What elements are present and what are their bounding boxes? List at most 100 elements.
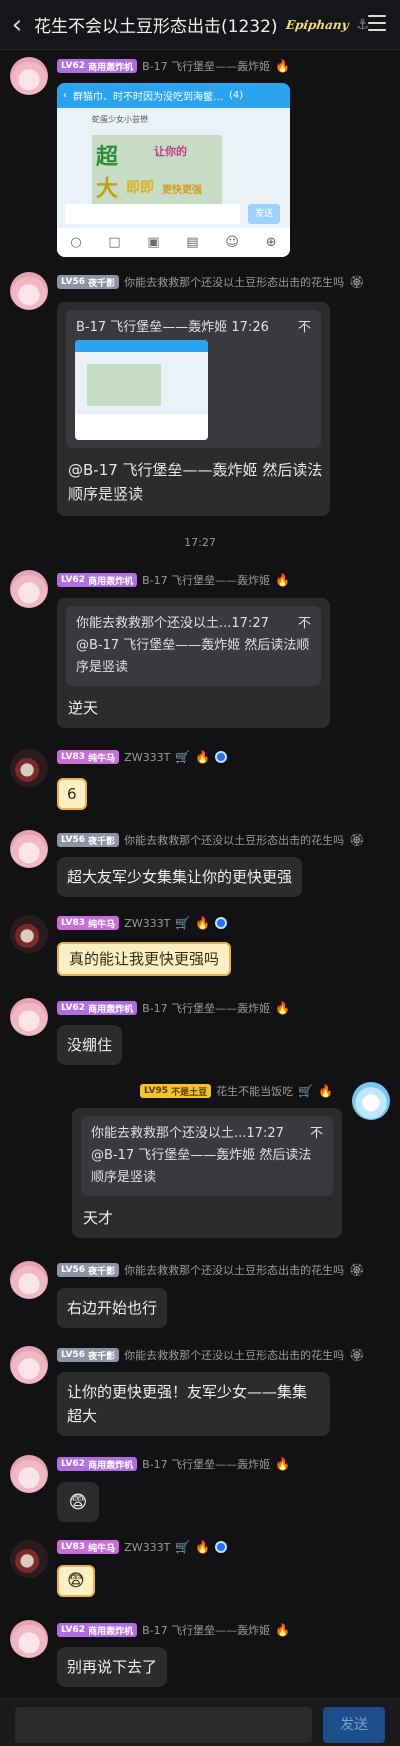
- fire-icon: 🔥: [275, 59, 291, 73]
- message-text: 天才: [83, 1209, 114, 1227]
- avatar[interactable]: [10, 1540, 48, 1578]
- sticker-image: 超 大 让你的 即即 更快更强: [92, 135, 222, 205]
- level-badge: LV62 商用轰炸机: [57, 573, 138, 587]
- close-icon[interactable]: 不: [310, 1123, 323, 1145]
- fire-icon: 🔥: [195, 1540, 211, 1554]
- avatar[interactable]: [10, 830, 48, 868]
- fire-icon: 🔥: [275, 1623, 291, 1637]
- fire-icon: 🔥: [195, 750, 211, 764]
- seal-icon: 🏵: [349, 1348, 365, 1362]
- fire-icon: 🔥: [275, 1001, 291, 1015]
- avatar[interactable]: [10, 57, 48, 95]
- ear-icon: ⚓: [356, 16, 369, 33]
- sender-name[interactable]: 你能去救救那个还没以土豆形态出击的花生吗: [124, 1262, 344, 1278]
- message-bubble[interactable]: 没绷住: [57, 1025, 123, 1065]
- message-meta: LV56 夜千影 你能去救救那个还没以土豆形态出击的花生吗 🏵: [57, 1262, 364, 1278]
- message-bubble[interactable]: 别再说下去了: [57, 1647, 168, 1687]
- message-meta: LV62 商用轰炸机 B-17 飞行堡垒——轰炸姬 🔥: [57, 58, 290, 74]
- avatar[interactable]: [10, 1455, 48, 1493]
- sender-name[interactable]: B-17 飞行堡垒——轰炸姬: [142, 1456, 270, 1472]
- sender-name[interactable]: B-17 飞行堡垒——轰炸姬: [142, 572, 270, 588]
- level-badge: LV62 商用轰炸机: [57, 1001, 138, 1015]
- message-input[interactable]: [15, 1707, 312, 1743]
- message-text: 让你的更快更强！友军少女——集集超大: [67, 1383, 308, 1425]
- message-meta: LV62 商用轰炸机 B-17 飞行堡垒——轰炸姬 🔥: [57, 1622, 290, 1638]
- message-text: 别再说下去了: [67, 1658, 158, 1676]
- preview-body: 蛇蛋少女小芸懋 超 大 让你的 即即 更快更强 发送: [57, 108, 290, 228]
- back-button[interactable]: ‹: [0, 0, 34, 50]
- quote-text: @B-17 飞行堡垒——轰炸姬 然后读法顺序是竖读: [91, 1148, 312, 1185]
- close-icon[interactable]: 不: [298, 613, 311, 635]
- message-bubble[interactable]: 😨: [57, 1482, 99, 1522]
- send-button[interactable]: 发送: [323, 1707, 385, 1743]
- message-meta: LV95 不是土豆 花生不能当饭吃 🛒 🔥: [140, 1083, 333, 1099]
- cart-icon: 🛒: [175, 916, 191, 930]
- preview-header: ‹ 群猫巾、时不时因为没吃到海鳖… (4): [57, 83, 290, 108]
- sender-name[interactable]: ZW333T: [124, 751, 170, 764]
- message-bubble[interactable]: 你能去救救那个还没以土...17:27 不 @B-17 飞行堡垒——轰炸姬 然后读…: [72, 1108, 342, 1238]
- message-bubble[interactable]: 你能去救救那个还没以土...17:27 不 @B-17 飞行堡垒——轰炸姬 然后读…: [57, 598, 330, 728]
- message-bubble[interactable]: 让你的更快更强！友军少女——集集超大: [57, 1372, 330, 1436]
- avatar[interactable]: [10, 915, 48, 953]
- scared-face-icon: 😨: [68, 1491, 88, 1513]
- seal-icon: 🏵: [349, 275, 365, 289]
- message-bubble[interactable]: 😨: [57, 1565, 95, 1597]
- close-icon[interactable]: 不: [298, 317, 311, 339]
- fire-icon: 🔥: [275, 573, 291, 587]
- message-text: 超大友军少女集集让你的更快更强: [67, 868, 293, 886]
- group-logo: Epiphany: [284, 17, 350, 32]
- quote-block[interactable]: 你能去救救那个还没以土...17:27 不 @B-17 飞行堡垒——轰炸姬 然后读…: [66, 606, 321, 686]
- message-text: 右边开始也行: [67, 1299, 158, 1317]
- level-badge: LV56 夜千影: [57, 1348, 120, 1362]
- message-text: 没绷住: [67, 1036, 113, 1054]
- sender-name[interactable]: B-17 飞行堡垒——轰炸姬: [142, 58, 270, 74]
- sender-name[interactable]: B-17 飞行堡垒——轰炸姬: [142, 1000, 270, 1016]
- level-badge: LV62 商用轰炸机: [57, 1457, 138, 1471]
- chevron-left-icon: ‹: [63, 90, 67, 101]
- avatar[interactable]: [10, 1346, 48, 1384]
- message-bubble[interactable]: 超大友军少女集集让你的更快更强: [57, 857, 303, 897]
- play-badge-icon: [215, 917, 228, 929]
- level-badge: LV95 不是土豆: [140, 1084, 212, 1098]
- avatar[interactable]: [10, 1620, 48, 1658]
- message-meta: LV56 夜千影 你能去救救那个还没以土豆形态出击的花生吗 🏵: [57, 274, 364, 290]
- chat-title[interactable]: 花生不会以土豆形态出击(1232): [34, 12, 278, 37]
- level-badge: LV83 纯牛马: [57, 916, 120, 930]
- avatar[interactable]: [352, 1082, 390, 1120]
- message-meta: LV83 纯牛马 ZW333T 🛒 🔥: [57, 1540, 228, 1554]
- scared-face-icon: 😨: [67, 1571, 85, 1591]
- avatar[interactable]: [10, 998, 48, 1036]
- level-badge: LV83 纯牛马: [57, 1540, 120, 1554]
- message-text: 真的能让我更快更强吗: [69, 950, 220, 968]
- avatar[interactable]: [10, 570, 48, 608]
- screenshot-image[interactable]: ‹ 群猫巾、时不时因为没吃到海鳖… (4) 蛇蛋少女小芸懋 超 大 让你的 即即 更…: [57, 83, 290, 257]
- level-badge: LV62 商用轰炸机: [57, 59, 138, 73]
- message-bubble[interactable]: 真的能让我更快更强吗: [57, 942, 232, 976]
- message-meta: LV56 夜千影 你能去救救那个还没以土豆形态出击的花生吗 🏵: [57, 1347, 364, 1363]
- sender-name[interactable]: 你能去救救那个还没以土豆形态出击的花生吗: [124, 1347, 344, 1363]
- preview-toolbar: ○ □ ▣ ▤ ☺ ⊕: [57, 228, 290, 257]
- quote-block[interactable]: 你能去救救那个还没以土...17:27 不 @B-17 飞行堡垒——轰炸姬 然后读…: [81, 1116, 333, 1196]
- message-bubble[interactable]: 右边开始也行: [57, 1288, 168, 1328]
- avatar[interactable]: [10, 1261, 48, 1299]
- sender-name[interactable]: ZW333T: [124, 1541, 170, 1554]
- message-bubble[interactable]: 6: [57, 778, 87, 810]
- message-meta: LV56 夜千影 你能去救救那个还没以土豆形态出击的花生吗 🏵: [57, 832, 364, 848]
- quote-block[interactable]: B-17 飞行堡垒——轰炸姬 17:26 不: [66, 310, 321, 448]
- input-bar: 发送: [0, 1698, 400, 1746]
- fire-icon: 🔥: [275, 1457, 291, 1471]
- timestamp: 17:27: [184, 536, 216, 549]
- sender-name[interactable]: B-17 飞行堡垒——轰炸姬: [142, 1622, 270, 1638]
- avatar[interactable]: [10, 749, 48, 787]
- message-meta: LV62 商用轰炸机 B-17 飞行堡垒——轰炸姬 🔥: [57, 572, 290, 588]
- sender-name[interactable]: ZW333T: [124, 917, 170, 930]
- play-badge-icon: [215, 751, 228, 763]
- sender-name[interactable]: 你能去救救那个还没以土豆形态出击的花生吗: [124, 832, 344, 848]
- sender-name[interactable]: 你能去救救那个还没以土豆形态出击的花生吗: [124, 274, 344, 290]
- message-text: 逆天: [68, 699, 99, 717]
- menu-button[interactable]: [368, 15, 386, 31]
- message-bubble[interactable]: B-17 飞行堡垒——轰炸姬 17:26 不 @B-17 飞行堡垒——轰炸姬 然后…: [57, 302, 330, 516]
- sender-name[interactable]: 花生不能当饭吃: [216, 1083, 293, 1099]
- cart-icon: 🛒: [175, 750, 191, 764]
- avatar[interactable]: [10, 272, 48, 310]
